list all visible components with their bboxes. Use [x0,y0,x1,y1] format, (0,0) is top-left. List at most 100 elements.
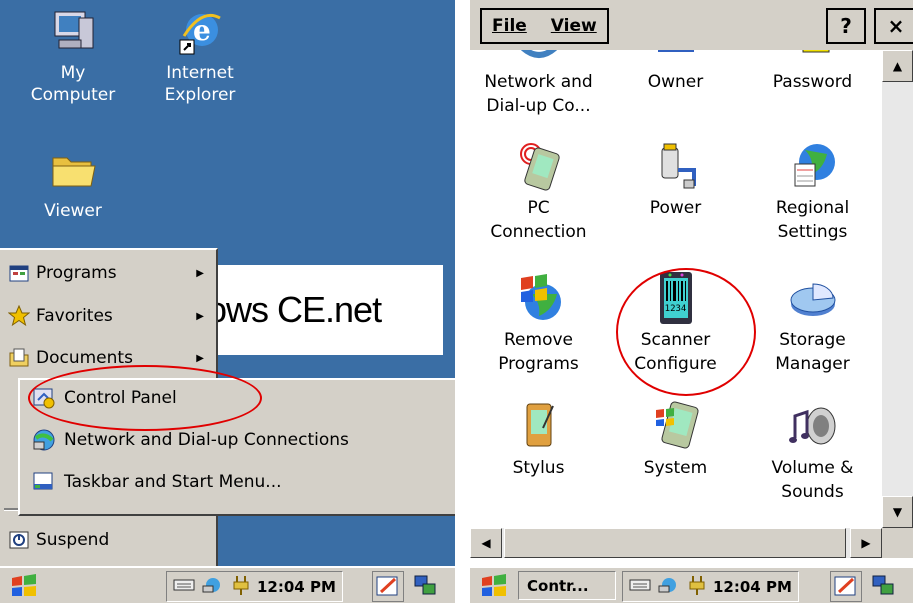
pc-connection-icon [513,140,565,192]
cp-item-regional-settings[interactable]: Regional Settings [744,140,881,244]
network-tray-icon[interactable] [657,576,681,598]
password-icon [787,50,839,66]
desktop-icon-label: Internet [166,63,234,83]
storage-manager-icon [787,272,839,324]
menu-item-label: Favorites [36,306,113,326]
arrow-left-icon: ◀ [481,536,491,550]
cp-item-label: Password [772,72,853,92]
cp-item-label: Storage [779,330,846,350]
stylus-icon [513,400,565,452]
cp-item-label: Connection [490,222,587,242]
menu-item-suspend[interactable]: Suspend [8,522,208,558]
input-panel-button[interactable] [830,571,862,602]
task-label: Contr... [527,576,589,595]
scroll-down-button[interactable]: ▼ [882,496,913,528]
menu-box: File View [480,8,609,44]
show-desktop-icon [414,575,436,595]
windows-flag-icon [482,574,506,596]
horizontal-scroll-thumb[interactable] [504,528,846,558]
cp-item-label: System [643,458,708,478]
show-desktop-icon [872,575,894,595]
keyboard-icon[interactable] [173,578,195,596]
submenu-item-taskbar-start-menu[interactable]: Taskbar and Start Menu... [32,464,282,500]
cp-item-label: Programs [498,354,579,374]
submenu-arrow-icon: ▶ [196,267,204,279]
cp-item-power[interactable]: Power [607,140,744,220]
clock[interactable]: 12:04 PM [713,578,792,596]
menu-bar: File View ? × [470,0,913,51]
desktop-icon-label: Computer [30,85,116,105]
menu-item-favorites[interactable]: Favorites ▶ [7,298,208,334]
windows-ce-banner: ows CE.net [205,265,443,355]
cp-item-label: Manager [775,354,850,374]
submenu-arrow-icon: ▶ [196,310,204,322]
clock[interactable]: 12:04 PM [257,578,336,596]
cp-item-system[interactable]: System [607,400,744,480]
arrow-right-icon: ▶ [861,536,871,550]
submenu-item-label: Network and Dial-up Connections [64,430,349,450]
desktop-icon-label: Viewer [44,201,102,221]
help-button[interactable]: ? [826,8,866,44]
windows-flag-icon [12,574,36,596]
annotation-ellipse [28,365,262,431]
system-tray: 12:04 PM [622,571,799,602]
vertical-scrollbar[interactable]: ▲ ▼ [882,50,913,528]
documents-icon [8,347,30,369]
input-panel-button[interactable] [372,571,404,602]
menu-item-label: Programs [36,263,117,283]
scroll-right-button[interactable]: ▶ [850,528,882,558]
system-tray: 12:04 PM [166,571,343,602]
close-icon: × [887,14,905,38]
cp-item-label: Volume & [771,458,854,478]
network-tray-icon[interactable] [201,576,225,598]
start-button[interactable] [476,572,512,600]
control-panel-grid: Network and Dial-up Co... Owner Password… [470,50,882,528]
cp-item-pc-connection[interactable]: PC Connection [470,140,607,244]
desktop-icon-label: My [60,63,86,83]
cp-item-owner[interactable]: Owner [607,50,744,94]
owner-icon [650,50,702,66]
my-computer-icon [49,8,97,56]
remove-programs-icon [513,272,565,324]
horizontal-scrollbar[interactable]: ◀ ▶ [470,528,882,558]
menu-view[interactable]: View [551,16,597,36]
folder-icon [49,146,97,194]
cp-item-stylus[interactable]: Stylus [470,400,607,480]
desktop-icon-my-computer[interactable]: My Computer [18,8,128,106]
submenu-item-label: Taskbar and Start Menu... [64,472,282,492]
desktop-switch-button[interactable] [870,573,898,599]
cp-item-label: Settings [777,222,848,242]
programs-icon [8,262,30,284]
taskbar-button-control-panel[interactable]: Contr... [518,571,616,600]
cp-item-storage-manager[interactable]: Storage Manager [744,272,881,376]
control-panel-screen: File View ? × Network and Dial-up Co... … [470,0,913,603]
scroll-left-button[interactable]: ◀ [470,528,502,558]
power-plug-icon[interactable] [687,574,707,600]
suspend-icon [8,529,30,551]
power-plug-icon[interactable] [231,574,251,600]
close-button[interactable]: × [874,8,913,44]
cp-item-label: Regional [775,198,850,218]
cp-item-password[interactable]: Password [744,50,881,94]
desktop-icon-viewer[interactable]: Viewer [18,146,128,222]
scroll-up-button[interactable]: ▲ [882,50,913,82]
keyboard-icon[interactable] [629,578,651,596]
volume-sounds-icon [787,400,839,452]
menu-item-programs[interactable]: Programs ▶ [8,255,208,291]
desktop-icon-internet-explorer[interactable]: e Internet Explorer [145,8,255,106]
desktop-switch-button[interactable] [412,573,440,599]
input-panel-icon [376,576,398,596]
scrollbar-corner [882,528,913,558]
taskbar-icon [32,470,56,494]
power-icon [650,140,702,192]
cp-item-network-dialup[interactable]: Network and Dial-up Co... [470,50,607,118]
cp-item-remove-programs[interactable]: Remove Programs [470,272,607,376]
desktop-icon-label: Explorer [164,85,236,105]
cp-item-volume-sounds[interactable]: Volume & Sounds [744,400,881,504]
start-button[interactable] [6,572,42,600]
menu-file[interactable]: File [492,16,527,36]
desktop-screen: My Computer e Internet Explorer Viewer o… [0,0,455,603]
internet-explorer-icon: e [176,8,224,56]
cp-item-label: PC [527,198,550,218]
system-icon [650,400,702,452]
